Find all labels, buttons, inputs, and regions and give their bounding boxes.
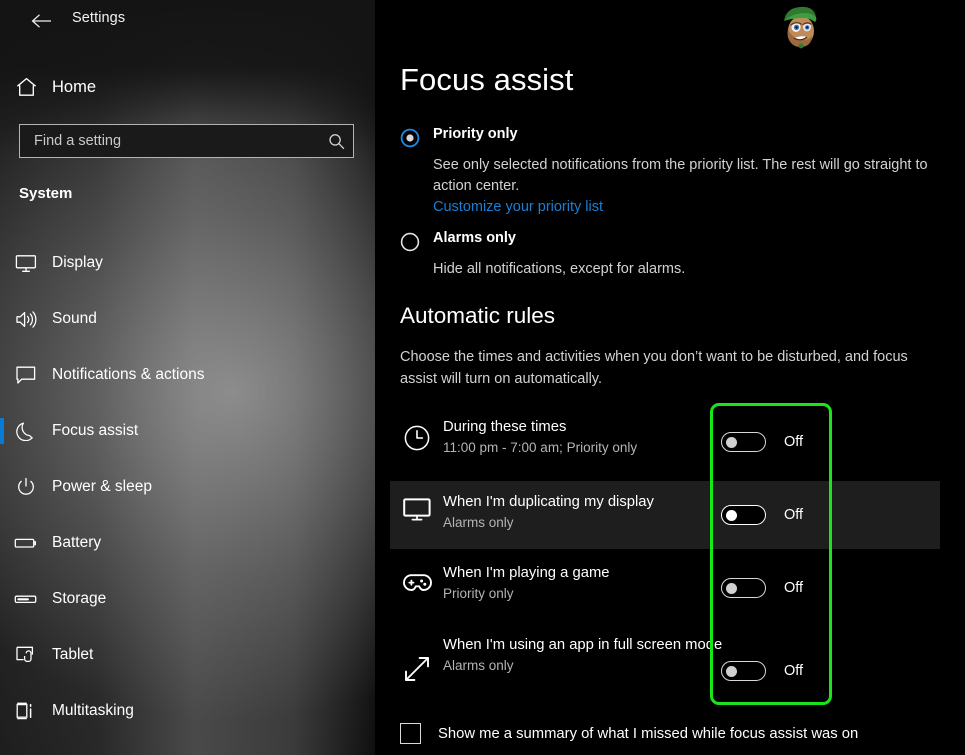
sidebar-item-battery[interactable]: Battery bbox=[0, 524, 375, 562]
rule-toggle-state-during-these-times: Off bbox=[784, 434, 804, 450]
sidebar-item-power-sleep[interactable]: Power & sleep bbox=[0, 468, 375, 506]
monitor-icon bbox=[390, 493, 443, 523]
sidebar-item-multitasking-label: Multitasking bbox=[52, 702, 134, 719]
main-content: Focus assist Priority only See only sele… bbox=[375, 0, 965, 755]
rule-toggle-full-screen-mode[interactable]: Off bbox=[721, 661, 803, 681]
sidebar-item-tablet-label: Tablet bbox=[52, 646, 94, 663]
sidebar-item-focus-assist-label: Focus assist bbox=[52, 422, 139, 439]
automatic-rules-title: Automatic rules bbox=[400, 303, 556, 328]
rule-toggle-during-these-times[interactable]: Off bbox=[721, 432, 803, 452]
moon-icon bbox=[0, 421, 52, 441]
radio-alarms-only[interactable] bbox=[400, 230, 433, 257]
sidebar-item-multitasking[interactable]: Multitasking bbox=[0, 692, 375, 730]
rule-toggle-state-playing-a-game: Off bbox=[784, 580, 804, 596]
rule-name-during-these-times: During these times bbox=[443, 419, 567, 435]
power-icon bbox=[0, 477, 52, 497]
settings-sidebar: Settings Home Find a setting System Disp… bbox=[0, 0, 375, 755]
fullscreen-arrows-icon bbox=[390, 636, 443, 684]
radio-priority-only[interactable] bbox=[400, 126, 433, 153]
sidebar-item-storage[interactable]: Storage bbox=[0, 580, 375, 618]
toggle-switch[interactable] bbox=[721, 505, 766, 525]
battery-icon bbox=[0, 536, 52, 550]
sidebar-section-label: System bbox=[19, 185, 73, 202]
speech-bubble-icon bbox=[0, 365, 52, 385]
home-icon bbox=[0, 77, 52, 97]
sidebar-item-sound[interactable]: Sound bbox=[0, 300, 375, 338]
mode-option-priority-only-description: See only selected notifications from the… bbox=[433, 157, 928, 194]
sidebar-item-display[interactable]: Display bbox=[0, 244, 375, 282]
multitasking-icon bbox=[0, 701, 52, 721]
sidebar-item-sound-label: Sound bbox=[52, 310, 97, 327]
window-title: Settings bbox=[72, 10, 126, 26]
rule-row-during-these-times[interactable]: During these times 11:00 pm - 7:00 am; P… bbox=[390, 418, 940, 472]
summary-checkbox-row[interactable]: Show me a summary of what I missed while… bbox=[400, 723, 858, 744]
toggle-switch[interactable] bbox=[721, 661, 766, 681]
rule-sub-duplicating-display: Alarms only bbox=[443, 515, 514, 530]
rule-toggle-duplicating-display[interactable]: Off bbox=[721, 505, 803, 525]
mode-option-alarms-only-label: Alarms only bbox=[433, 230, 516, 246]
automatic-rules-description: Choose the times and activities when you… bbox=[400, 349, 908, 387]
sidebar-item-home-label: Home bbox=[52, 77, 97, 96]
rule-toggle-state-duplicating-display: Off bbox=[784, 507, 804, 523]
rule-toggle-state-full-screen-mode: Off bbox=[784, 663, 804, 679]
toggle-switch[interactable] bbox=[721, 432, 766, 452]
rule-row-playing-a-game[interactable]: When I'm playing a game Priority only bbox=[390, 564, 940, 618]
storage-icon bbox=[0, 592, 52, 606]
back-button[interactable] bbox=[23, 6, 59, 36]
sidebar-item-focus-assist[interactable]: Focus assist bbox=[0, 412, 375, 450]
mode-option-priority-only[interactable]: Priority only See only selected notifica… bbox=[400, 126, 945, 218]
rule-row-duplicating-display[interactable]: When I'm duplicating my display Alarms o… bbox=[390, 481, 940, 549]
sidebar-item-tablet[interactable]: Tablet bbox=[0, 636, 375, 674]
sidebar-item-battery-label: Battery bbox=[52, 534, 102, 551]
rule-row-full-screen-mode[interactable]: When I'm using an app in full screen mod… bbox=[390, 636, 940, 708]
rule-sub-during-these-times: 11:00 pm - 7:00 am; Priority only bbox=[443, 440, 638, 455]
sidebar-item-display-label: Display bbox=[52, 254, 103, 271]
monitor-icon bbox=[0, 254, 52, 273]
cartoon-face-watermark bbox=[774, 3, 826, 51]
rule-sub-full-screen-mode: Alarms only bbox=[443, 658, 514, 673]
tablet-icon bbox=[0, 645, 52, 665]
clock-icon bbox=[390, 418, 443, 452]
rule-name-playing-a-game: When I'm playing a game bbox=[443, 565, 610, 581]
sidebar-item-storage-label: Storage bbox=[52, 590, 107, 607]
title-bar: Settings bbox=[0, 0, 375, 40]
mode-option-alarms-only-description: Hide all notifications, except for alarm… bbox=[433, 261, 686, 277]
mode-option-priority-only-label: Priority only bbox=[433, 126, 518, 142]
mode-option-alarms-only[interactable]: Alarms only Hide all notifications, exce… bbox=[400, 230, 945, 280]
sidebar-item-notifications-actions-label: Notifications & actions bbox=[52, 366, 205, 383]
sidebar-item-home[interactable]: Home bbox=[0, 68, 375, 106]
speaker-icon bbox=[0, 310, 52, 329]
rule-toggle-playing-a-game[interactable]: Off bbox=[721, 578, 803, 598]
sidebar-item-power-sleep-label: Power & sleep bbox=[52, 478, 152, 495]
settings-window: Settings Home Find a setting System Disp… bbox=[0, 0, 965, 755]
search-icon[interactable] bbox=[319, 133, 353, 150]
rule-name-full-screen-mode: When I'm using an app in full screen mod… bbox=[443, 637, 723, 653]
rule-sub-playing-a-game: Priority only bbox=[443, 586, 514, 601]
gamepad-icon bbox=[390, 564, 443, 594]
sidebar-item-notifications-actions[interactable]: Notifications & actions bbox=[0, 356, 375, 394]
summary-checkbox-label: Show me a summary of what I missed while… bbox=[438, 725, 859, 742]
toggle-switch[interactable] bbox=[721, 578, 766, 598]
summary-checkbox[interactable] bbox=[400, 723, 421, 744]
sidebar-selection-indicator bbox=[0, 418, 4, 444]
customize-priority-list-link[interactable]: Customize your priority list bbox=[433, 197, 603, 218]
search-input[interactable] bbox=[20, 133, 319, 149]
back-arrow-icon bbox=[31, 14, 51, 28]
rule-name-duplicating-display: When I'm duplicating my display bbox=[443, 494, 654, 510]
search-box[interactable] bbox=[19, 124, 354, 158]
page-title: Focus assist bbox=[400, 62, 574, 97]
